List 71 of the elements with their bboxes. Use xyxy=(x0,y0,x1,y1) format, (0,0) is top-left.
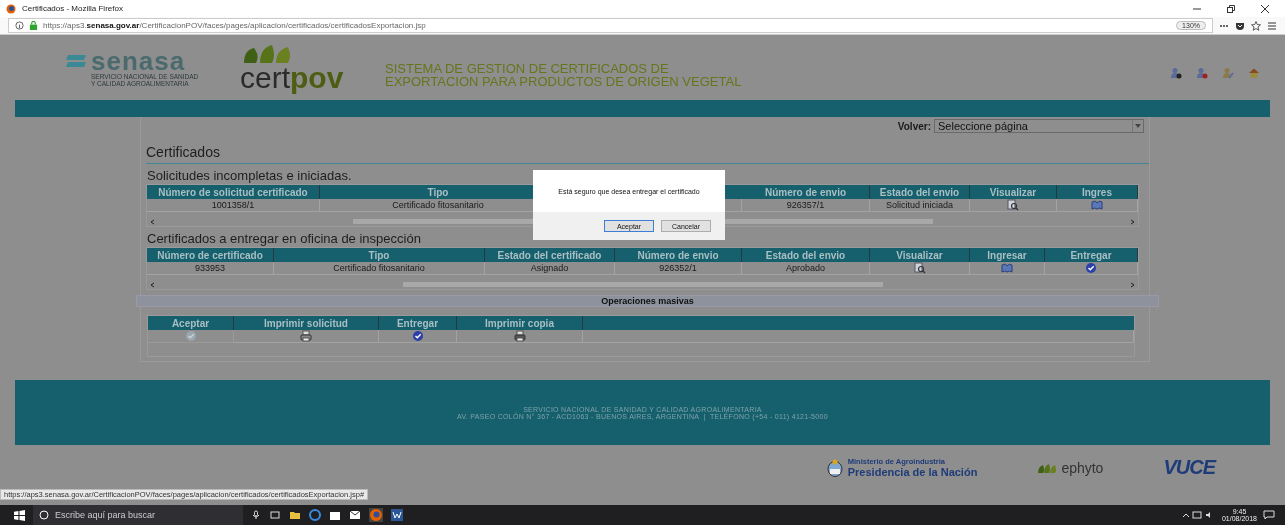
system-title: EXPORTACION PARA PRODUCTOS DE ORIGEN VEGETAL xyxy=(385,74,743,88)
caret-icon xyxy=(1135,124,1141,128)
page-select[interactable]: Seleccione página xyxy=(934,119,1144,133)
firefox-icon[interactable] xyxy=(369,508,383,522)
column-header: Número de solicitud certificado xyxy=(147,185,320,199)
task-view-icon[interactable] xyxy=(269,510,281,520)
magnifier-document-icon[interactable] xyxy=(1007,199,1019,211)
column-header: Ingres xyxy=(1057,185,1138,199)
start-icon[interactable] xyxy=(14,509,25,521)
search-icon xyxy=(39,510,49,520)
notification-icon[interactable] xyxy=(1263,510,1275,520)
leaves-logo-icon xyxy=(1037,462,1058,473)
presidency-name: Presidencia de la Nación xyxy=(847,466,978,478)
star-icon[interactable] xyxy=(1251,20,1261,31)
table-cell: Aprobado xyxy=(742,262,870,275)
column-header: Aceptar xyxy=(148,316,234,330)
check-icon[interactable] xyxy=(411,330,424,342)
ephyto-logo-text: ephyto xyxy=(1061,459,1104,476)
logo-text: senasa xyxy=(91,48,186,73)
column-header: Visualizar xyxy=(970,185,1057,199)
table-cell: 1001358/1 xyxy=(147,199,320,212)
folder-icon[interactable] xyxy=(289,510,301,520)
senasa-logo-icon xyxy=(65,53,87,68)
info-icon xyxy=(15,21,24,30)
section-title: Solicitudes incompletas e iniciadas. xyxy=(147,168,353,183)
table-cell: Asignado xyxy=(485,262,615,275)
printer-icon[interactable] xyxy=(513,330,526,342)
printer-icon[interactable] xyxy=(300,330,312,342)
window-title: Certificados - Mozilla Firefox xyxy=(22,4,124,13)
table-cell: Solicitud iniciada xyxy=(870,199,970,212)
book-icon[interactable] xyxy=(1001,262,1013,274)
column-header: Número de envio xyxy=(615,248,742,262)
column-header: Entregar xyxy=(1045,248,1138,262)
column-header: Estado del envio xyxy=(742,248,870,262)
column-header: Entregar xyxy=(379,316,457,330)
pocket-icon[interactable] xyxy=(1235,20,1245,31)
url-text: https://aps3.senasa.gov.ar/CertificacionPOV/faces/pages/aplicacion/certificados/certificadosExportacion.jsp xyxy=(43,21,427,30)
close-icon xyxy=(1261,4,1269,13)
back-label: Volver: xyxy=(897,120,931,132)
column-header: Imprimir copia xyxy=(457,316,583,330)
mail-icon[interactable] xyxy=(349,510,361,520)
menu-icon[interactable] xyxy=(1267,20,1277,31)
column-header: Tipo xyxy=(274,248,485,262)
system-title: SISTEMA DE GESTION DE CERTIFICADOS DE xyxy=(385,61,670,75)
table-cell: 926357/1 xyxy=(742,199,870,212)
magnifier-document-icon[interactable] xyxy=(913,262,926,274)
product-logo-text: certpov xyxy=(240,63,344,92)
restore-icon xyxy=(1227,4,1235,13)
column-header: Visualizar xyxy=(870,248,970,262)
search-field[interactable]: Escribe aquí para buscar xyxy=(33,505,243,525)
browser-logo-icon xyxy=(6,3,16,14)
check-icon[interactable] xyxy=(1085,262,1097,274)
column-header: Número de certificado xyxy=(147,248,274,262)
section-title: Certificados a entregar en oficina de inspección xyxy=(147,231,422,246)
column-header: Imprimir solicitud xyxy=(234,316,379,330)
page-title: Certificados xyxy=(146,144,1149,164)
user-badge-icon[interactable] xyxy=(1170,66,1182,79)
table-cell: 926352/1 xyxy=(615,262,742,275)
bar-title: Operaciones masivas xyxy=(601,296,694,306)
vuce-logo-text: VUCE xyxy=(1163,456,1215,479)
table-cell: 933953 xyxy=(147,262,274,275)
column-header: Ingresar xyxy=(970,248,1045,262)
book-icon[interactable] xyxy=(1091,199,1103,211)
word-icon[interactable] xyxy=(391,509,403,521)
lock-icon xyxy=(29,21,38,30)
coat-of-arms-icon xyxy=(826,458,843,477)
column-header: Estado del envio xyxy=(870,185,970,199)
column-header: Número de envio xyxy=(742,185,870,199)
column-header: Estado del certificado xyxy=(485,248,615,262)
microphone-icon[interactable] xyxy=(251,510,261,520)
table-cell: Certificado fitosanitario xyxy=(274,262,485,275)
